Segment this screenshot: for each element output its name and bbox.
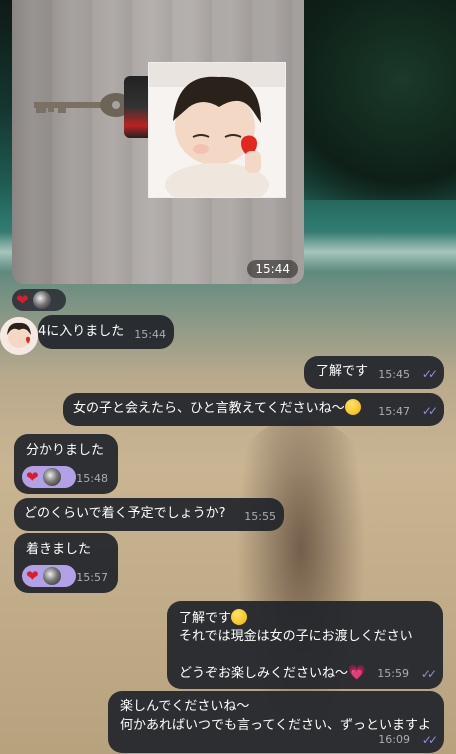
red-heart-icon: ❤ <box>26 566 39 585</box>
reactor-avatar <box>42 567 61 585</box>
reactor-avatar <box>42 468 61 486</box>
message-incoming[interactable]: 着きました ❤ 15:57 <box>14 533 118 593</box>
message-text: 女の子と会えたら、ひと言教えてくださいね〜 <box>73 399 361 419</box>
message-text: 了解です <box>316 364 369 379</box>
message-time: 15:55 <box>244 510 276 523</box>
read-receipt-icon: ✓✓ <box>421 733 438 747</box>
message-reaction[interactable]: ❤ <box>22 466 76 488</box>
message-text: それでは現金は女の子にお渡しください <box>179 629 413 644</box>
photo-timestamp: 15:44 <box>247 260 298 278</box>
baby-sticker-image <box>148 62 286 198</box>
message-line: どうぞお楽しみくださいね〜💗 <box>179 663 365 684</box>
pink-heart-icon: 💗 <box>348 665 366 681</box>
message-text-content: 女の子と会えたら、ひと言教えてくださいね〜 <box>73 401 345 416</box>
photo-message[interactable]: 15:44 <box>12 0 304 284</box>
red-heart-icon: ❤ <box>16 290 29 309</box>
read-receipt-icon: ✓✓ <box>421 367 438 381</box>
message-time: 15:59 <box>377 667 409 680</box>
message-incoming[interactable]: 分かりました ❤ 15:48 <box>14 434 118 494</box>
message-time: 15:57 <box>76 571 108 584</box>
smiling-face-icon <box>344 399 361 415</box>
message-text: 4に入りました <box>38 324 125 339</box>
message-text: どうぞお楽しみくださいね〜 <box>179 666 349 681</box>
message-incoming[interactable]: どのくらいで着く予定でしょうか? 15:55 <box>14 498 284 531</box>
message-line: 了解です <box>179 609 248 629</box>
message-incoming[interactable]: 4に入りました 15:44 <box>38 315 174 349</box>
read-receipt-icon: ✓✓ <box>421 404 438 418</box>
message-time: 15:48 <box>76 472 108 485</box>
message-text: 楽しんでくださいね〜 <box>120 699 250 714</box>
message-time: 15:47 <box>378 405 410 418</box>
smiling-face-icon <box>231 609 248 625</box>
message-outgoing[interactable]: 女の子と会えたら、ひと言教えてくださいね〜 15:47 ✓✓ <box>63 393 444 426</box>
reactor-avatar <box>32 291 51 309</box>
message-text: 着きました <box>26 542 92 557</box>
message-text: 了解です <box>179 611 232 626</box>
message-outgoing[interactable]: 了解です それでは現金は女の子にお渡しください どうぞお楽しみくださいね〜💗 1… <box>167 601 443 689</box>
message-time: 16:09 <box>378 733 410 746</box>
message-outgoing[interactable]: 楽しんでくださいね〜 何かあればいつでも言ってください、ずっといますよ 16:0… <box>108 691 444 753</box>
read-receipt-icon: ✓✓ <box>420 667 437 681</box>
photo-reaction[interactable]: ❤ <box>12 289 66 311</box>
message-time: 15:45 <box>378 368 410 381</box>
message-time: 15:44 <box>134 328 166 341</box>
sender-avatar[interactable] <box>0 317 38 355</box>
message-outgoing[interactable]: 了解です 15:45 ✓✓ <box>304 356 444 389</box>
red-heart-icon: ❤ <box>26 467 39 486</box>
message-text: 分かりました <box>26 443 105 458</box>
message-reaction[interactable]: ❤ <box>22 565 76 587</box>
message-text: どのくらいで着く予定でしょうか? <box>24 506 226 521</box>
